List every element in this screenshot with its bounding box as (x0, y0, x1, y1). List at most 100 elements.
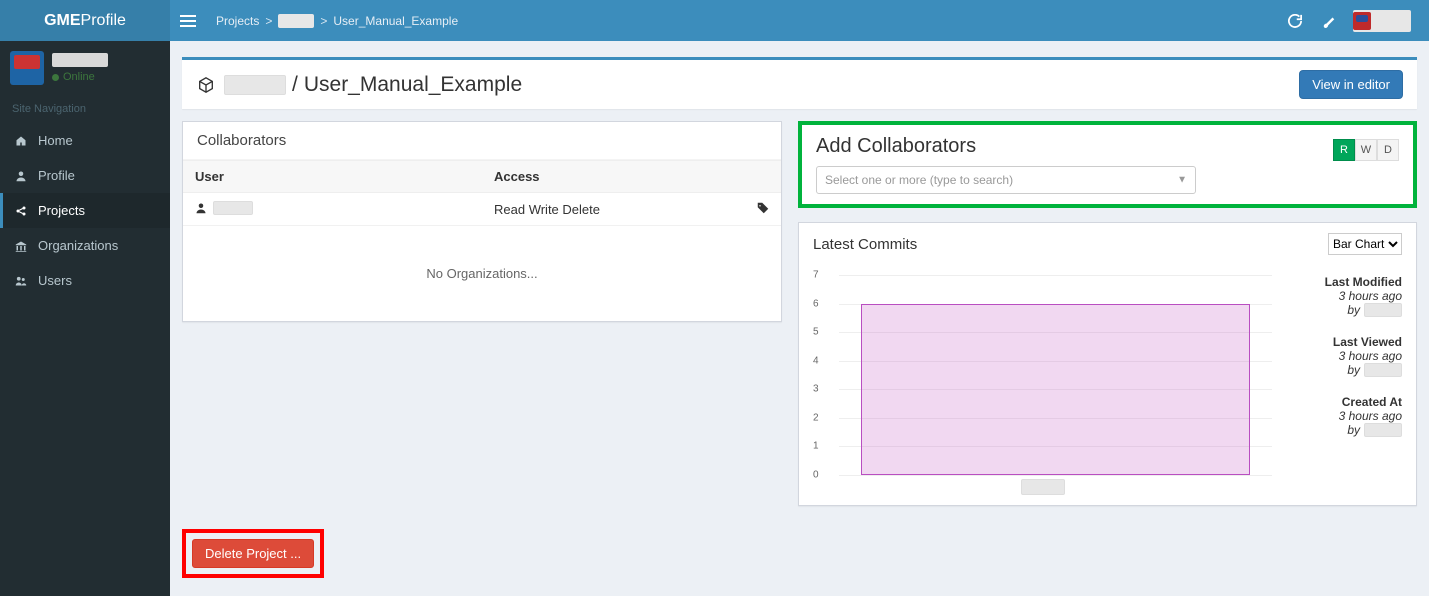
permission-toggle-group: R W D (1333, 139, 1399, 161)
chart-type-select[interactable]: Bar Chart (1328, 233, 1402, 255)
sidebar-item-profile[interactable]: Profile (0, 158, 170, 193)
commits-chart: 01234567 (813, 275, 1272, 495)
perm-delete-button[interactable]: D (1377, 139, 1399, 161)
perm-read-button[interactable]: R (1333, 139, 1355, 161)
last-modified-block: Last Modified 3 hours ago by (1280, 275, 1402, 317)
app-name-bold: GME (44, 12, 80, 30)
institution-icon (14, 240, 28, 252)
sidebar-item-label: Organizations (38, 238, 118, 253)
page-title-bar: / User_Manual_Example View in editor (182, 57, 1417, 109)
menu-toggle-icon[interactable] (180, 13, 202, 29)
brush-icon[interactable] (1319, 11, 1339, 31)
by-prefix: by (1347, 423, 1360, 437)
refresh-icon[interactable] (1285, 11, 1305, 31)
page-title: / User_Manual_Example (224, 73, 522, 97)
collab-user-cell (195, 201, 253, 215)
breadcrumb-project[interactable]: User_Manual_Example (333, 14, 458, 28)
title-sep: / (292, 73, 298, 97)
breadcrumb: Projects > > User_Manual_Example (216, 14, 458, 28)
created-at-time: 3 hours ago (1280, 409, 1402, 423)
add-collaborators-heading: Add Collaborators (816, 135, 1313, 158)
user-icon (195, 202, 207, 214)
collaborators-table: User Access (183, 160, 781, 226)
topbar: GMEProfile Projects > > User_Manual_Exam… (0, 0, 1429, 41)
breadcrumb-root[interactable]: Projects (216, 14, 259, 28)
status-text: Online (63, 71, 95, 83)
y-tick: 3 (813, 384, 833, 395)
avatar-icon (1353, 12, 1371, 30)
table-row: Read Write Delete (183, 193, 781, 226)
home-icon (14, 135, 28, 147)
title-owner-redacted (224, 75, 286, 95)
chevron-right-icon: > (320, 14, 327, 28)
sidebar: Online Site Navigation Home Profile Proj… (0, 41, 170, 596)
col-access: Access (482, 161, 781, 193)
status-dot-icon (52, 74, 59, 81)
x-tick-redacted (1021, 479, 1065, 495)
users-icon (14, 275, 28, 287)
last-modified-time: 3 hours ago (1280, 289, 1402, 303)
collab-username-redacted (213, 201, 253, 215)
commits-heading: Latest Commits (813, 236, 917, 253)
commits-header: Latest Commits Bar Chart (799, 223, 1416, 265)
created-at-label: Created At (1280, 395, 1402, 409)
app-logo[interactable]: GMEProfile (0, 0, 170, 41)
collaborator-select[interactable]: Select one or more (type to search) ▼ (816, 166, 1196, 194)
created-at-user-redacted (1364, 423, 1402, 437)
avatar-icon (10, 51, 44, 85)
title-project: User_Manual_Example (304, 73, 522, 97)
y-tick: 1 (813, 441, 833, 452)
chevron-right-icon: > (265, 14, 272, 28)
status-indicator: Online (52, 71, 108, 83)
sidebar-item-label: Users (38, 273, 72, 288)
sidebar-item-home[interactable]: Home (0, 123, 170, 158)
no-organizations-text: No Organizations... (183, 226, 781, 321)
sidebar-item-label: Profile (38, 168, 75, 183)
sidebar-username-redacted (52, 53, 108, 67)
y-tick: 0 (813, 470, 833, 481)
tag-icon[interactable] (757, 202, 769, 217)
y-tick: 2 (813, 412, 833, 423)
y-tick: 4 (813, 355, 833, 366)
last-viewed-label: Last Viewed (1280, 335, 1402, 349)
created-at-block: Created At 3 hours ago by (1280, 395, 1402, 437)
sidebar-user-panel: Online (0, 41, 170, 95)
main-content: / User_Manual_Example View in editor Col… (170, 41, 1429, 596)
chevron-down-icon: ▼ (1177, 175, 1187, 186)
select-placeholder: Select one or more (type to search) (825, 173, 1013, 187)
user-icon (14, 170, 28, 182)
delete-project-highlight: Delete Project ... (182, 529, 324, 578)
chart-bar (861, 304, 1251, 475)
sidebar-item-label: Projects (38, 203, 85, 218)
by-prefix: by (1347, 303, 1360, 317)
last-modified-label: Last Modified (1280, 275, 1402, 289)
topbar-user-chip[interactable] (1353, 10, 1411, 32)
sidebar-item-projects[interactable]: Projects (0, 193, 170, 228)
add-collaborators-panel: Add Collaborators Select one or more (ty… (798, 121, 1417, 208)
sidebar-item-users[interactable]: Users (0, 263, 170, 298)
y-tick: 5 (813, 327, 833, 338)
delete-project-button[interactable]: Delete Project ... (192, 539, 314, 568)
by-prefix: by (1347, 363, 1360, 377)
topbar-content: Projects > > User_Manual_Example (170, 0, 1429, 41)
collab-access-cell: Read Write Delete (482, 193, 781, 226)
right-column: Add Collaborators Select one or more (ty… (798, 121, 1417, 506)
last-viewed-user-redacted (1364, 363, 1402, 377)
access-text: Read Write Delete (494, 202, 600, 217)
share-icon (14, 205, 28, 217)
app-name-thin: Profile (81, 12, 126, 30)
y-tick: 6 (813, 298, 833, 309)
view-in-editor-button[interactable]: View in editor (1299, 70, 1403, 99)
perm-write-button[interactable]: W (1355, 139, 1377, 161)
last-modified-user-redacted (1364, 303, 1402, 317)
topbar-right (1285, 10, 1419, 32)
breadcrumb-owner-redacted[interactable] (278, 14, 314, 28)
latest-commits-panel: Latest Commits Bar Chart 01234567 Last M… (798, 222, 1417, 506)
last-viewed-block: Last Viewed 3 hours ago by (1280, 335, 1402, 377)
sidebar-item-label: Home (38, 133, 73, 148)
sidebar-item-organizations[interactable]: Organizations (0, 228, 170, 263)
left-column: Collaborators User Access (182, 121, 782, 506)
col-user: User (183, 161, 482, 193)
last-viewed-time: 3 hours ago (1280, 349, 1402, 363)
commits-side-info: Last Modified 3 hours ago by Last Viewed… (1272, 275, 1402, 495)
